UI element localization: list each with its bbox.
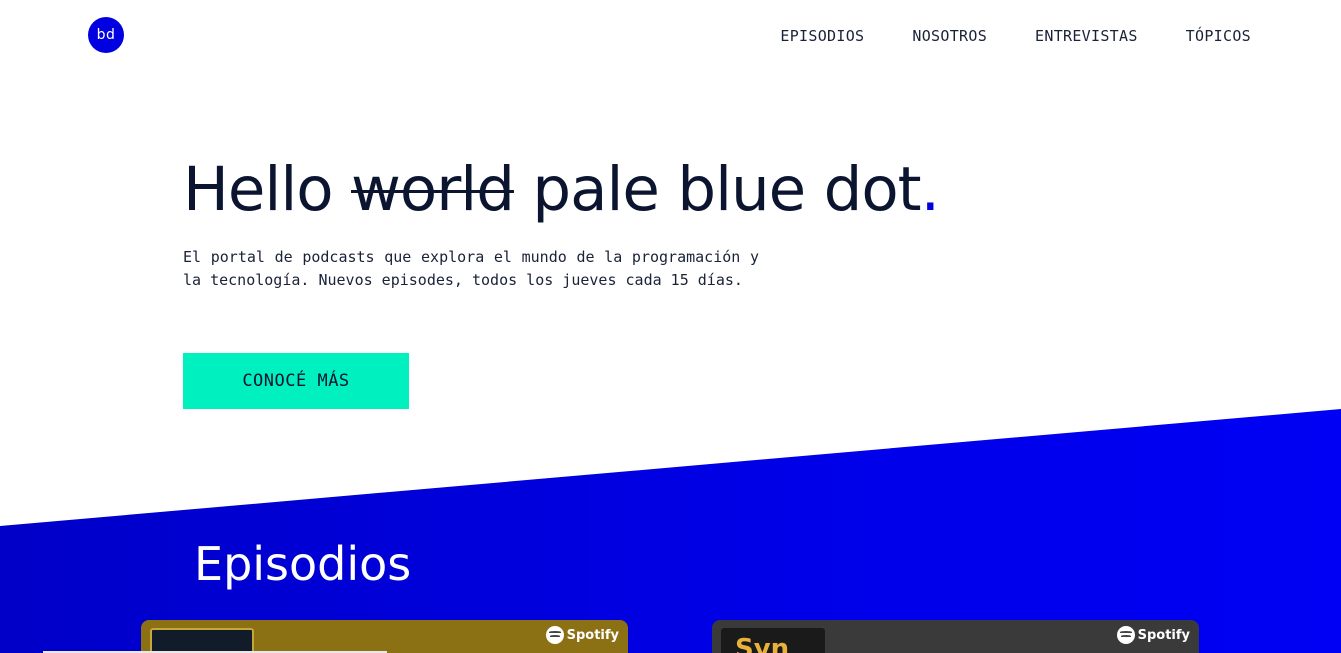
spotify-icon (545, 626, 564, 644)
hero-title-end: pale blue dot (513, 154, 921, 225)
nav-topicos[interactable]: TÓPICOS (1186, 26, 1251, 46)
episode-card[interactable]: Syn Spotify (712, 620, 1199, 653)
hero-title: Hello world pale blue dot. (183, 150, 940, 230)
thumbnail-text: Syn (735, 634, 790, 653)
conoce-mas-button[interactable]: CONOCÉ MÁS (183, 353, 409, 409)
hero-title-dot: . (920, 154, 940, 225)
page: bd EPISODIOS NOSOTROS ENTREVISTAS TÓPICO… (0, 0, 1341, 653)
spotify-icon (1116, 626, 1135, 644)
spotify-badge[interactable]: Spotify (545, 626, 619, 644)
nav-episodios[interactable]: EPISODIOS (780, 26, 864, 46)
main-nav: EPISODIOS NOSOTROS ENTREVISTAS TÓPICOS (780, 26, 1251, 46)
episodes-title: Episodios (194, 537, 412, 591)
hero-description: El portal de podcasts que explora el mun… (183, 248, 759, 289)
episode-thumbnail (150, 628, 254, 653)
nav-nosotros[interactable]: NOSOTROS (912, 26, 987, 46)
logo[interactable]: bd (88, 17, 124, 53)
episode-thumbnail: Syn (721, 628, 825, 653)
spotify-label: Spotify (1137, 627, 1190, 643)
spotify-label: Spotify (566, 627, 619, 643)
episode-card[interactable]: Spotify (141, 620, 628, 653)
hero-title-struck: world (351, 154, 515, 225)
spotify-badge[interactable]: Spotify (1116, 626, 1190, 644)
nav-entrevistas[interactable]: ENTREVISTAS (1035, 26, 1138, 46)
hero-title-start: Hello (183, 154, 352, 225)
